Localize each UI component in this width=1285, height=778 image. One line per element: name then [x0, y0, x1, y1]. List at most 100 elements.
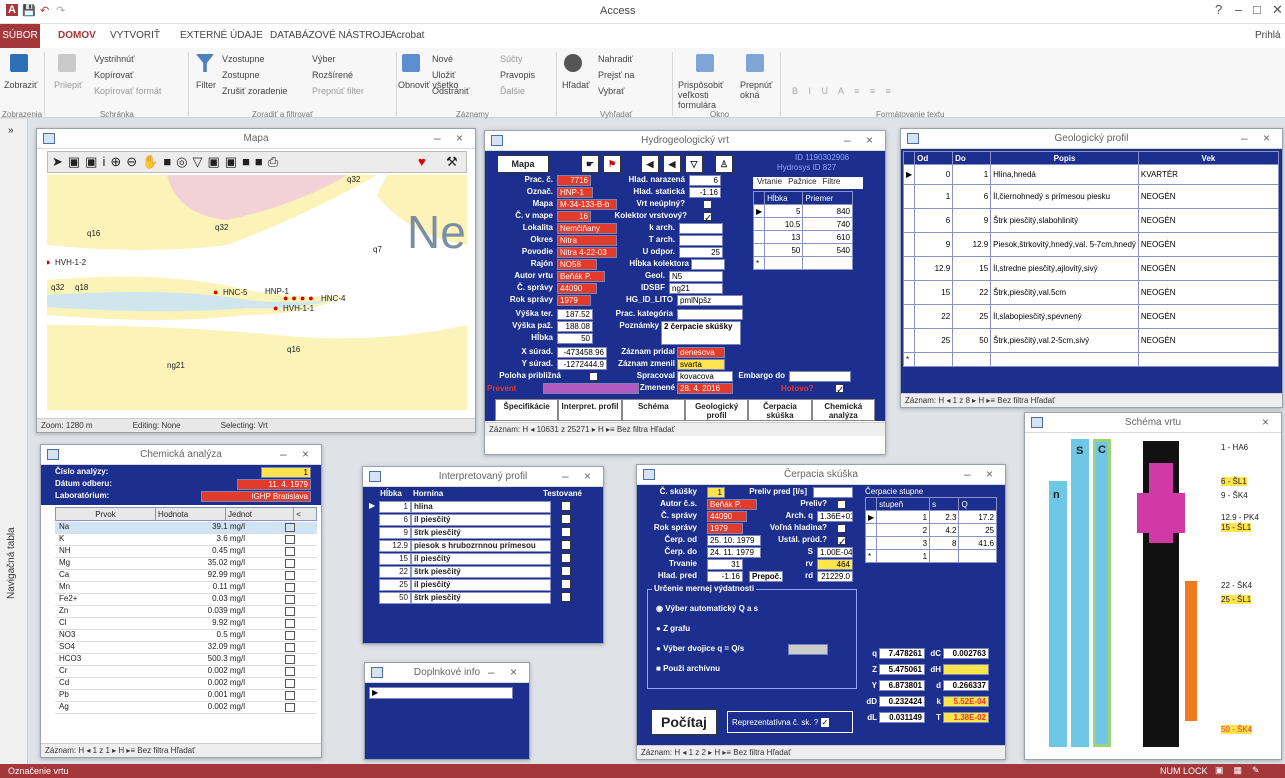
table-row[interactable]: Na 39.1 mg/l: [55, 522, 317, 534]
tab-geologicky-profil[interactable]: Geologický profil: [684, 399, 749, 421]
table-row[interactable]: 15 íl piesčitý: [369, 553, 597, 565]
select-button[interactable]: Vybrať: [598, 86, 625, 96]
new-row[interactable]: *: [752, 256, 853, 270]
switch-windows-icon[interactable]: [746, 54, 764, 72]
table-row[interactable]: 50 štrk piesčitý: [369, 592, 597, 604]
table-row[interactable]: Fe2+ 0.03 mg/l: [55, 594, 317, 606]
filter-button[interactable]: Filter: [196, 80, 216, 90]
radio-dvojica[interactable]: ● Výber dvojice q = Q/s: [656, 644, 744, 653]
navigation-pane[interactable]: » Navigačná tabla: [0, 119, 28, 764]
zaznam-pridal-field[interactable]: denesova: [677, 347, 725, 358]
volna-hladina-checkbox[interactable]: [837, 524, 846, 533]
well-marker[interactable]: ●: [213, 287, 218, 297]
hlbka-field[interactable]: 50: [557, 333, 593, 344]
record-navigator[interactable]: Záznam: H ◂ 1 z 8 ▸ H ▸≡ Bez filtra Hľad…: [901, 393, 1282, 407]
table-row[interactable]: 9 12.9 Piesok,štrkovitý,hnedý,val. 5-7cm,h…: [902, 232, 1280, 257]
view-switch-icons[interactable]: ▣▦✎: [1215, 765, 1270, 776]
new-row[interactable]: * 1: [864, 549, 997, 563]
vyska-ter-field[interactable]: 187.52: [557, 309, 593, 320]
hotovo-checkbox[interactable]: ✓: [835, 384, 844, 396]
filter-icon[interactable]: ▽: [685, 155, 703, 173]
table-row[interactable]: 25 íl piesčitý: [369, 579, 597, 591]
datum-odberu-field[interactable]: 11. 4. 1979: [237, 479, 311, 490]
tab-create[interactable]: VYTVORIŤ: [110, 30, 160, 41]
zaznam-zmenil-field[interactable]: svarta: [677, 359, 725, 370]
advanced-button[interactable]: Rozšírené: [312, 70, 353, 80]
rok-field[interactable]: 1979: [707, 523, 743, 534]
tab-file[interactable]: SÚBOR: [0, 24, 40, 48]
delete-record-button[interactable]: Odstrániť: [432, 86, 469, 96]
radio-auto[interactable]: ◉ Výber automatický Q a s: [656, 604, 758, 613]
table-row[interactable]: Ag 0.002 mg/l: [55, 702, 317, 714]
dvojica-field[interactable]: [788, 644, 828, 655]
c-skusky-field[interactable]: 1: [707, 487, 725, 498]
redo-icon[interactable]: ↷: [56, 4, 65, 17]
poznamky-field[interactable]: 2 čerpacie skúšky: [661, 321, 741, 345]
cislo-analyzy-field[interactable]: 1: [261, 467, 311, 478]
rv-field[interactable]: 464: [817, 559, 853, 570]
map-tools[interactable]: ➤▣▣i⊕⊖✋■◎▽▣▣■■⎙: [52, 154, 283, 170]
reprezentativna-checkbox[interactable]: ✓: [820, 718, 830, 727]
prepocitaj-button[interactable]: Prepoč.: [749, 571, 783, 582]
filter-by-icon[interactable]: ☛: [581, 155, 599, 173]
replace-button[interactable]: Nahradiť: [598, 54, 633, 64]
tab-acrobat[interactable]: Acrobat: [390, 30, 424, 41]
view-icon[interactable]: [10, 54, 28, 72]
cerp-od-field[interactable]: 25. 10. 1979: [707, 535, 761, 546]
binoculars-icon[interactable]: [564, 54, 582, 72]
table-row[interactable]: Cr 0.002 mg/l: [55, 666, 317, 678]
toggle-filter-button[interactable]: Prepnúť filter: [312, 86, 364, 96]
rajon-field[interactable]: NO58: [557, 259, 597, 270]
table-row[interactable]: 50 540: [752, 243, 853, 257]
table-row[interactable]: 22 štrk piesčitý: [369, 566, 597, 578]
spracoval-field[interactable]: kovacova: [677, 371, 733, 382]
okres-field[interactable]: Nitra: [557, 235, 617, 246]
trvanie-field[interactable]: 31: [707, 559, 743, 570]
views-button[interactable]: Zobraziť: [4, 80, 37, 90]
size-to-fit-button[interactable]: Prispôsobiť veľkosti formulára: [678, 80, 748, 110]
zmenene-field[interactable]: 28. 4. 2016: [677, 383, 733, 394]
k-arch-field[interactable]: [679, 223, 723, 234]
tab-vrtanie[interactable]: Vrtanie: [757, 177, 782, 189]
table-row[interactable]: Mn 0.11 mg/l: [55, 582, 317, 594]
paste-icon[interactable]: [58, 54, 76, 72]
save-record-button[interactable]: Uložiť: [432, 70, 455, 80]
tab-home[interactable]: DOMOV: [58, 30, 96, 41]
table-row[interactable]: 9 štrk piesčitý: [369, 527, 597, 539]
preliv-checkbox[interactable]: [837, 500, 846, 509]
prac-kategoria-field[interactable]: [677, 309, 743, 320]
more-button[interactable]: Ďalšie: [500, 86, 525, 96]
autor-field[interactable]: Beňák P.: [707, 499, 757, 510]
mapa-field[interactable]: M-34-133-B-b: [557, 199, 617, 210]
tab-specifikacie[interactable]: Špecifikácie: [495, 399, 559, 421]
sort-ascending-button[interactable]: Vzostupne: [222, 54, 265, 64]
table-row[interactable]: HCO3 500.3 mg/l: [55, 654, 317, 666]
cut-button[interactable]: Vystrihnúť: [94, 54, 135, 64]
table-row[interactable]: 1 6 Íl,čiernohnedý s prímesou piesku NEOGÉN: [902, 184, 1280, 209]
ustal-prud-checkbox[interactable]: ✓: [837, 536, 846, 548]
window-controls[interactable]: – ×: [964, 467, 999, 481]
table-row[interactable]: 3 8 41.6: [864, 536, 997, 550]
hlad-pred-field[interactable]: -1.16: [707, 571, 743, 582]
expand-nav-icon[interactable]: »: [8, 125, 14, 136]
table-row[interactable]: 2 4.2 25: [864, 523, 997, 537]
window-controls[interactable]: – ×: [280, 447, 315, 461]
table-row[interactable]: 10.5 740: [752, 217, 853, 231]
table-row[interactable]: ▶ 1 2.3 17.2: [864, 510, 997, 524]
table-row[interactable]: Pb 0.001 mg/l: [55, 690, 317, 702]
preliv-field[interactable]: [813, 487, 853, 498]
t-arch-field[interactable]: [679, 235, 723, 246]
c-spravy-field[interactable]: 44090: [557, 283, 597, 294]
hlad-narazena-field[interactable]: 6: [689, 175, 721, 186]
x-surad-field[interactable]: -473458.96: [557, 347, 607, 358]
laboratorium-field[interactable]: IGHP Bratislava: [201, 491, 311, 502]
hlad-staticka-field[interactable]: -1.16: [689, 187, 721, 198]
flag-icon[interactable]: ⚑: [603, 155, 621, 173]
tools-icon[interactable]: ⚒: [446, 154, 458, 170]
map-canvas[interactable]: q16 q32 q32 q7 q32 q18 q16 ng21 ● HVH-1-…: [47, 175, 467, 410]
window-controls[interactable]: – ×: [1241, 131, 1276, 145]
table-row[interactable]: NO3 0.5 mg/l: [55, 630, 317, 642]
cerp-do-field[interactable]: 24. 11. 1979: [707, 547, 761, 558]
table-row[interactable]: ▶ 0 1 Hlina,hnedá KVARTÉR: [902, 164, 1280, 185]
kolektor-checkbox[interactable]: ✓: [703, 212, 712, 224]
